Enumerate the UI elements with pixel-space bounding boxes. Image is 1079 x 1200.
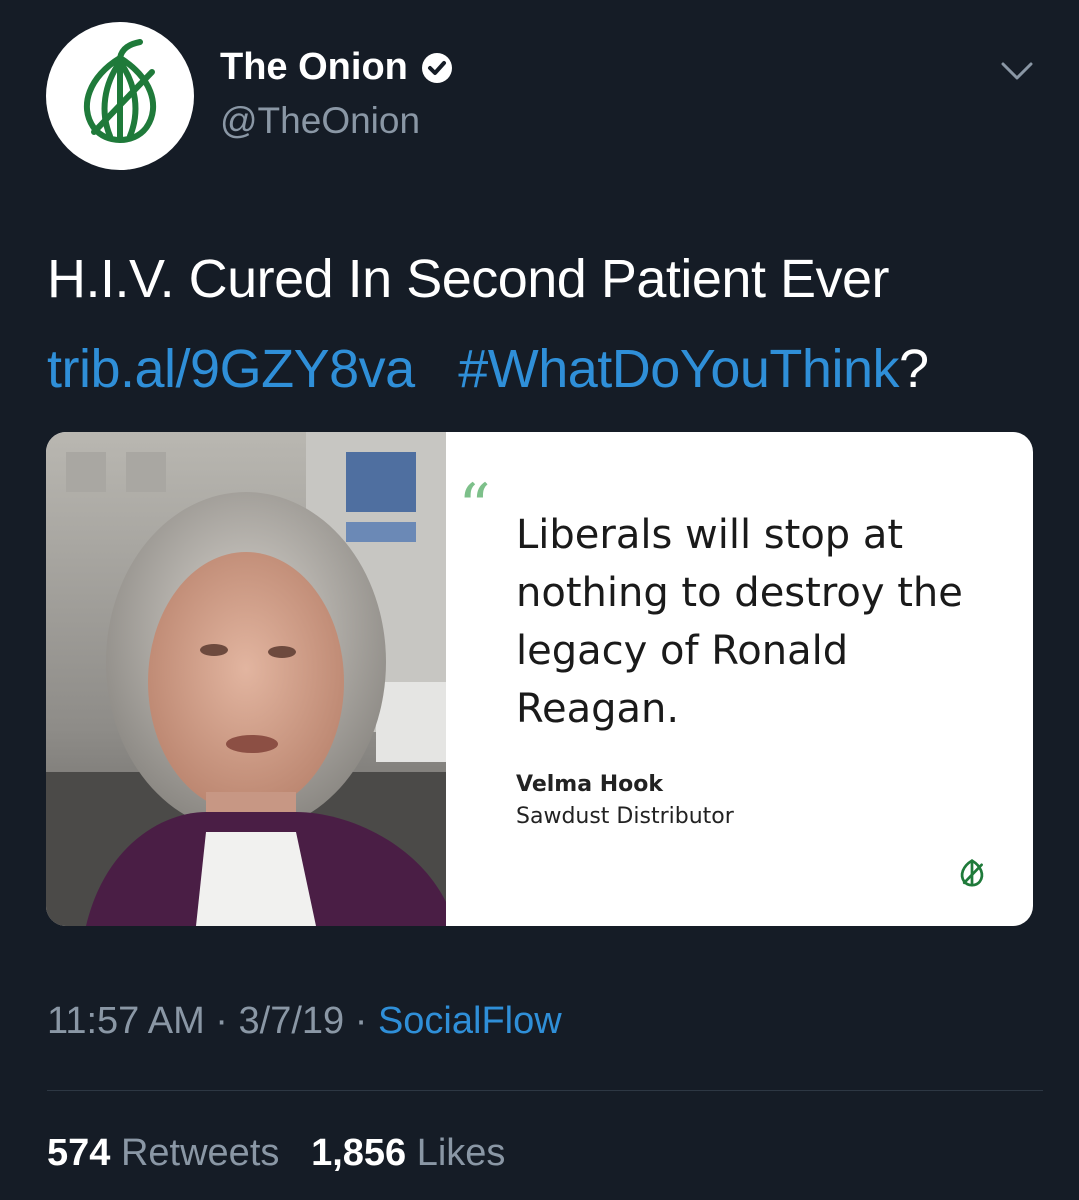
hashtag-suffix: ? (898, 339, 929, 399)
tweet-date[interactable]: 3/7/19 (239, 1000, 345, 1042)
quote-author-title: Sawdust Distributor (516, 804, 734, 829)
display-name-text: The Onion (220, 46, 408, 88)
display-name[interactable]: The Onion (220, 46, 454, 89)
onion-logo-icon (83, 39, 157, 143)
tweet-source[interactable]: SocialFlow (378, 1000, 562, 1042)
retweets-stat[interactable]: 574 Retweets (47, 1132, 290, 1174)
tweet-links: trib.al/9GZY8va #WhatDoYouThink? (47, 338, 929, 400)
quote-mark-icon: “ (458, 471, 491, 545)
user-handle[interactable]: @TheOnion (220, 100, 420, 142)
divider (47, 1090, 1043, 1091)
tweet-headline: H.I.V. Cured In Second Patient Ever (47, 249, 890, 309)
quote-author-name: Velma Hook (516, 772, 663, 797)
likes-stat[interactable]: 1,856 Likes (311, 1132, 505, 1174)
tweet-meta: 11:57 AM · 3/7/19 · SocialFlow (47, 1000, 562, 1043)
person-photo (46, 432, 446, 926)
chevron-down-icon[interactable] (1000, 60, 1034, 84)
retweets-label: Retweets (120, 1132, 280, 1174)
meta-separator: · (215, 1000, 228, 1042)
quote-text: Liberals will stop at nothing to destroy… (516, 512, 963, 732)
avatar[interactable] (46, 22, 194, 170)
verified-badge-icon (421, 52, 452, 83)
retweets-count: 574 (47, 1132, 111, 1174)
media-card[interactable]: “ Liberals will stop at nothing to destr… (46, 432, 1033, 926)
meta-separator: · (354, 1000, 368, 1042)
hashtag-link[interactable]: #WhatDoYouThink (458, 339, 899, 399)
likes-count: 1,856 (311, 1132, 407, 1174)
tweet: The Onion @TheOnion H.I.V. Cured In Seco… (0, 0, 1079, 1200)
likes-label: Likes (416, 1132, 506, 1174)
tweet-link[interactable]: trib.al/9GZY8va (47, 339, 415, 399)
tweet-time: 11:57 AM (47, 1000, 205, 1042)
onion-logo-icon (960, 859, 984, 887)
tweet-stats: 574 Retweets 1,856 Likes (47, 1132, 505, 1175)
